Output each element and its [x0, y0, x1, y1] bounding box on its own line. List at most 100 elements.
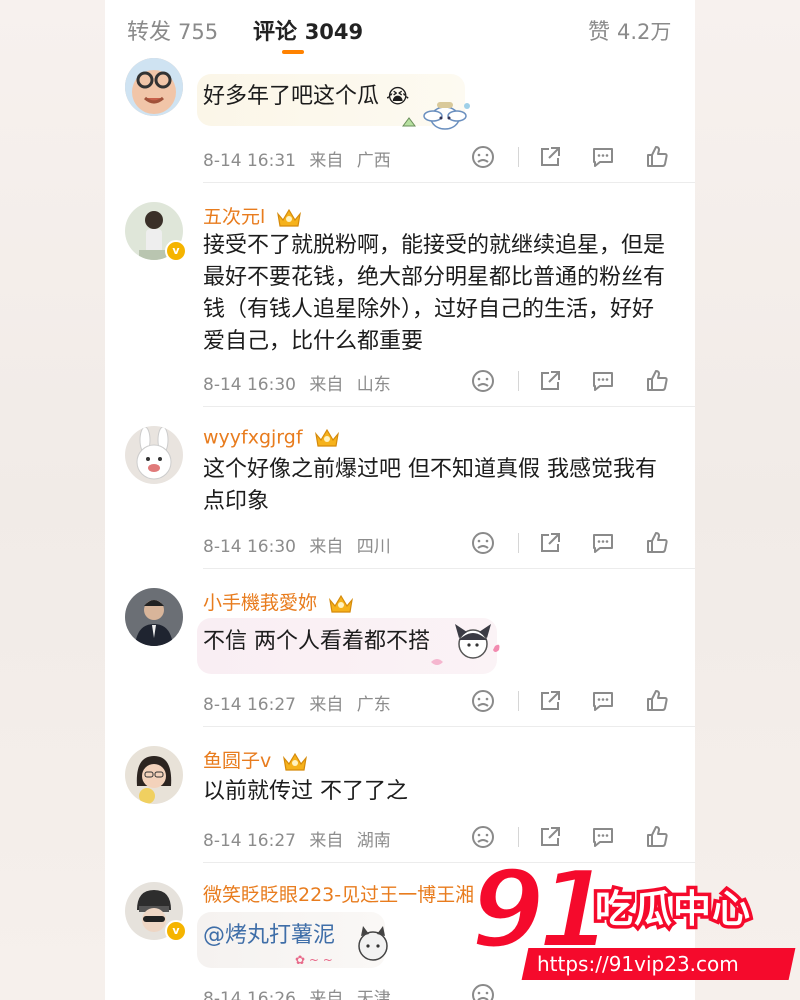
svg-text:✿ ~ ~: ✿ ~ ~	[295, 953, 333, 967]
kuromi-sticker-icon	[431, 624, 500, 665]
share-icon[interactable]	[537, 688, 563, 714]
crown-badge-icon	[314, 428, 339, 447]
tab-comment-count: 3049	[304, 20, 364, 44]
comment-actions	[470, 144, 680, 174]
comment-from-label: 来自	[309, 151, 344, 171]
like-icon[interactable]	[644, 144, 670, 170]
comment-panel: 转发 755 评论 3049 赞 4.2万 好多年了吧这个瓜 😭 8-14 16…	[105, 0, 695, 1000]
comment-meta: 8-14 16:27 来自 广东	[203, 690, 399, 715]
action-separator	[518, 827, 519, 847]
like-icon[interactable]	[644, 368, 670, 394]
comment-meta: 8-14 16:26 来自 天津	[203, 984, 399, 1000]
comment-time: 8-14 16:30	[203, 537, 296, 557]
avatar[interactable]	[125, 746, 183, 804]
share-icon[interactable]	[537, 368, 563, 394]
comment-text: 这个好像之前爆过吧 但不知道真假 我感觉我有点印象	[203, 457, 657, 514]
verified-badge-icon: v	[165, 920, 187, 942]
like-icon[interactable]	[644, 688, 670, 714]
dislike-icon[interactable]	[470, 530, 496, 556]
comment-divider	[203, 568, 695, 569]
tab-bar: 转发 755 评论 3049 赞 4.2万	[105, 0, 695, 60]
reply-icon[interactable]	[590, 688, 616, 714]
reply-icon[interactable]	[590, 530, 616, 556]
comment-time: 8-14 16:26	[203, 989, 296, 1000]
tab-comment-label: 评论	[253, 20, 298, 45]
avatar-girl-icon	[125, 746, 183, 804]
share-icon[interactable]	[537, 530, 563, 556]
comment-actions	[470, 530, 680, 560]
comment-meta: 8-14 16:31 来自 广西	[203, 146, 399, 171]
action-separator	[518, 691, 519, 711]
like-icon[interactable]	[644, 824, 670, 850]
comment-time: 8-14 16:30	[203, 375, 296, 395]
dislike-icon[interactable]	[470, 144, 496, 170]
comment-location: 四川	[356, 537, 391, 557]
comment-location: 广东	[356, 695, 391, 715]
tab-repost-count: 755	[178, 20, 219, 44]
watermark-url: https://91vip23.com	[521, 948, 796, 980]
action-separator	[518, 533, 519, 553]
comment-username[interactable]: 小手機莪愛妳	[203, 588, 355, 616]
comment-item: 鱼圆子v 以前就传过 不了了之 8-14 16:27 来自 湖南	[105, 728, 695, 864]
comment-item: wyyfxgjrgf 这个好像之前爆过吧 但不知道真假 我感觉我有点印象 8-1…	[105, 408, 695, 570]
reply-icon[interactable]	[590, 368, 616, 394]
crown-badge-icon	[329, 594, 354, 613]
tab-repost[interactable]: 转发 755	[127, 14, 218, 46]
comment-username[interactable]: 鱼圆子v	[203, 746, 309, 774]
crown-badge-icon	[277, 208, 302, 227]
share-icon[interactable]	[537, 144, 563, 170]
reply-icon[interactable]	[590, 824, 616, 850]
comment-from-label: 来自	[309, 989, 344, 1000]
avatar[interactable]	[125, 426, 183, 484]
comment-item: 小手機莪愛妳 不信 两个人看着都不搭 8-14 16:27 来自 广东	[105, 570, 695, 728]
comment-divider	[203, 182, 695, 183]
tab-like[interactable]: 赞 4.2万	[588, 14, 671, 46]
avatar-man-suit-icon	[125, 588, 183, 646]
avatar[interactable]	[125, 58, 183, 116]
comment-from-label: 来自	[309, 537, 344, 557]
comment-divider	[203, 726, 695, 727]
comment-location: 山东	[356, 375, 391, 395]
tab-like-label: 赞	[588, 20, 611, 45]
reply-icon[interactable]	[590, 144, 616, 170]
like-icon[interactable]	[644, 530, 670, 556]
comment-time: 8-14 16:31	[203, 151, 296, 171]
tab-like-count: 4.2万	[617, 20, 672, 44]
dislike-icon[interactable]	[470, 368, 496, 394]
comment-time: 8-14 16:27	[203, 695, 296, 715]
comment-actions	[470, 688, 680, 718]
comment-from-label: 来自	[309, 375, 344, 395]
watermark-title: 吃瓜中心	[591, 884, 753, 935]
comment-from-label: 来自	[309, 695, 344, 715]
comment-meta: 8-14 16:30 来自 山东	[203, 370, 399, 395]
comment-divider	[203, 406, 695, 407]
avatar-cartoon-glasses-icon	[125, 58, 183, 116]
cat-sticker-icon: ✿ ~ ~	[295, 926, 388, 967]
avatar[interactable]	[125, 588, 183, 646]
comment-item: 好多年了吧这个瓜 😭 8-14 16:31 来自 广西	[105, 58, 695, 184]
action-separator	[518, 371, 519, 391]
background-right	[695, 0, 800, 1000]
comment-meta: 8-14 16:30 来自 四川	[203, 532, 399, 557]
comment-time: 8-14 16:27	[203, 831, 296, 851]
action-separator	[518, 147, 519, 167]
comment-username[interactable]: 五次元l	[203, 202, 303, 230]
comment-location: 广西	[356, 151, 391, 171]
comment-text: 以前就传过 不了了之	[203, 779, 408, 804]
watermark-overlay: 91 吃瓜中心 https://91vip23.com	[468, 846, 796, 988]
tab-comment[interactable]: 评论 3049	[253, 14, 363, 46]
active-tab-indicator	[282, 50, 304, 54]
comment-text: 接受不了就脱粉啊，能接受的就继续追星，但是最好不要花钱，绝大部分明星都比普通的粉…	[203, 233, 666, 354]
background-left	[0, 0, 105, 1000]
comment-location: 湖南	[356, 831, 391, 851]
avatar-bunny-icon	[125, 426, 183, 484]
cinnamoroll-sticker-icon	[402, 102, 470, 130]
comment-username[interactable]: 微笑眨眨眼223-见过王一博王湘	[203, 880, 474, 907]
comment-username[interactable]: wyyfxgjrgf	[203, 426, 341, 450]
comment-meta: 8-14 16:27 来自 湖南	[203, 826, 399, 851]
comment-item: v 五次元l 接受不了就脱粉啊，能接受的就继续追星，但是最好不要花钱，绝大部分明…	[105, 184, 695, 408]
share-icon[interactable]	[537, 824, 563, 850]
comment-location: 天津	[356, 989, 391, 1000]
dislike-icon[interactable]	[470, 824, 496, 850]
dislike-icon[interactable]	[470, 688, 496, 714]
